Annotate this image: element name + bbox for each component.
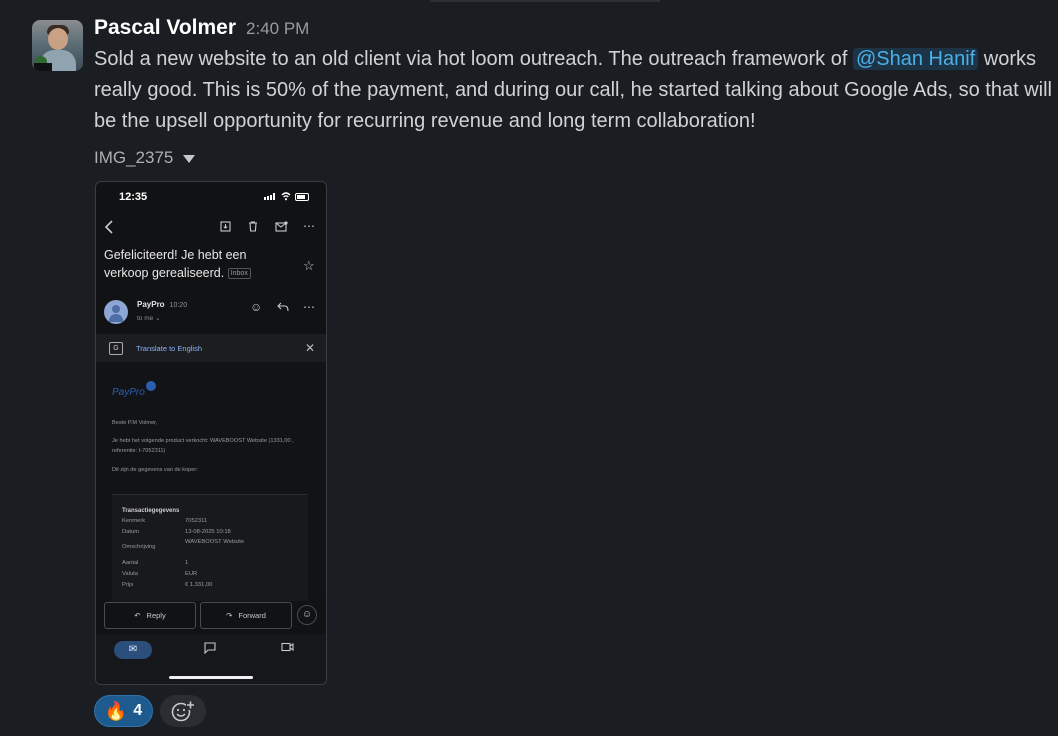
- sender-line: PayPro 10:20: [137, 300, 188, 309]
- message: Pascal Volmer 2:40 PM Sold a new website…: [94, 16, 1054, 137]
- reaction-count: 4: [133, 702, 143, 719]
- tx-key: Aantal: [122, 560, 139, 566]
- forward-button: ↷ Forward: [200, 602, 292, 629]
- smiley-icon: ☺: [297, 605, 317, 625]
- email-greeting: Beste P.M Volmer,: [112, 420, 158, 426]
- tx-value: 1: [185, 560, 189, 566]
- tx-key: Datum: [122, 529, 140, 535]
- email-line-1: Je hebt het volgende product verkocht: W…: [112, 438, 294, 454]
- email-subject: Gefeliciteerd! Je hebt een verkoop gerea…: [104, 246, 254, 282]
- home-indicator: [169, 676, 253, 679]
- message-text: Sold a new website to an old client via …: [94, 48, 1052, 132]
- inbox-chip: Inbox: [227, 268, 251, 280]
- tx-key: Kenmerk: [122, 518, 146, 524]
- status-bar: 12:35: [96, 182, 326, 212]
- top-divider: [430, 0, 660, 2]
- tx-value: 7052311: [185, 518, 208, 524]
- fire-emoji: 🔥: [104, 701, 128, 721]
- tx-value: EUR: [185, 571, 198, 577]
- signal-icon: [264, 193, 275, 200]
- reply-button: ↶ Reply: [104, 602, 196, 629]
- author-name[interactable]: Pascal Volmer: [94, 16, 236, 40]
- mail-icon: ✉: [114, 641, 152, 659]
- translate-bar: G Translate to English ✕: [96, 334, 326, 362]
- avatar[interactable]: [32, 20, 83, 71]
- user-mention[interactable]: @Shan Hanif: [852, 48, 979, 70]
- smiley-icon: ☺: [250, 300, 263, 314]
- video-icon: [281, 642, 294, 652]
- fire-reaction[interactable]: 🔥 4: [94, 695, 153, 727]
- tx-value: 13-08-2025 10:18: [185, 529, 231, 535]
- star-icon: ☆: [303, 258, 315, 273]
- status-time: 12:35: [119, 191, 148, 203]
- tx-key: Omschrijving: [122, 544, 156, 550]
- add-reaction-button[interactable]: [160, 695, 206, 727]
- sender-avatar: [104, 300, 128, 324]
- back-icon: [104, 220, 113, 234]
- translate-icon: G: [109, 342, 123, 355]
- reply-icon: [277, 302, 289, 312]
- email-line-2: Dit zijn de gegevens van de koper:: [112, 467, 198, 473]
- message-time[interactable]: 2:40 PM: [246, 19, 309, 39]
- tx-value: WAVEBOOST Website: [185, 539, 245, 545]
- transaction-title: Transactiegegevens: [122, 508, 180, 514]
- image-attachment[interactable]: 12:35 ⋯ Gefeliciteerd! Je hebt een verko…: [95, 181, 327, 685]
- tx-key: Valuta: [122, 571, 139, 577]
- translate-link: Translate to English: [136, 344, 203, 353]
- reply-icon: ↶: [134, 611, 141, 620]
- caret-down-icon[interactable]: [183, 155, 196, 163]
- add-reaction-icon: [171, 701, 195, 722]
- more-icon: ⋯: [303, 300, 315, 314]
- chat-icon: [204, 642, 216, 654]
- more-icon: ⋯: [303, 219, 315, 233]
- to-line: to me ⌄: [137, 315, 161, 322]
- attachment-toggle[interactable]: IMG_2375: [94, 148, 196, 168]
- forward-icon: ↷: [226, 611, 233, 620]
- close-icon: ✕: [305, 341, 316, 355]
- archive-icon: [220, 221, 231, 232]
- tx-value: € 1.331,00: [185, 582, 213, 588]
- attachment-name: IMG_2375: [94, 148, 174, 167]
- trash-icon: [249, 221, 257, 232]
- battery-icon: [295, 193, 309, 201]
- tx-key: Prijs: [122, 582, 134, 588]
- wifi-icon: [281, 192, 291, 201]
- mark-unread-icon: [275, 221, 288, 232]
- paypro-logo: PayPro: [112, 381, 156, 398]
